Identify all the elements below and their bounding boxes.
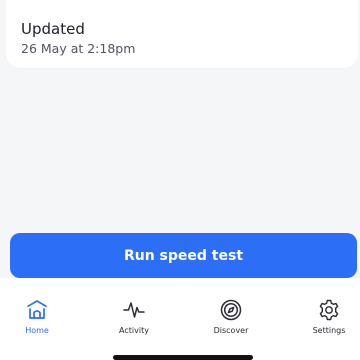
updated-title: Updated — [21, 20, 85, 38]
tab-discover[interactable]: Discover — [196, 298, 266, 340]
updated-card: Updated 26 May at 2:18pm — [6, 0, 358, 68]
tab-home[interactable]: Home — [2, 298, 72, 340]
updated-timestamp: 26 May at 2:18pm — [21, 41, 136, 56]
tab-discover-label: Discover — [213, 326, 249, 335]
tab-activity[interactable]: Activity — [99, 298, 169, 340]
compass-icon — [219, 298, 243, 322]
tab-settings[interactable]: Settings — [294, 298, 360, 340]
gear-icon — [317, 298, 341, 322]
home-icon — [25, 298, 49, 322]
bottom-tab-bar: Home Activity Discover Settings — [0, 278, 360, 360]
home-indicator — [113, 355, 253, 360]
tab-settings-label: Settings — [312, 326, 346, 335]
run-speed-test-button[interactable]: Run speed test — [10, 233, 357, 278]
activity-pulse-icon — [122, 298, 146, 322]
tab-activity-label: Activity — [119, 326, 149, 335]
tab-home-label: Home — [25, 326, 49, 335]
